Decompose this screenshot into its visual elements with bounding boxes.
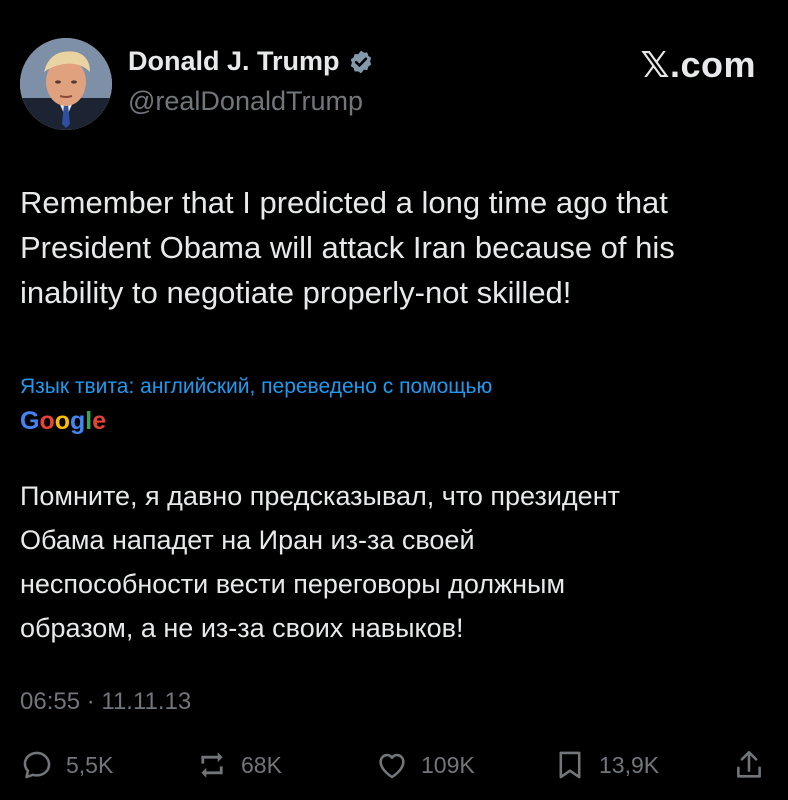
tweet-line: President Obama will attack Iran because… bbox=[20, 230, 675, 265]
reply-count: 5,5K bbox=[66, 751, 114, 778]
translated-line: неспособности вести переговоры должным bbox=[20, 569, 566, 599]
tweet-text: Remember that I predicted a long time ag… bbox=[20, 180, 776, 315]
bookmark-button[interactable]: 13,9K bbox=[553, 748, 659, 782]
reply-button[interactable]: 5,5K bbox=[20, 748, 113, 782]
google-logo: Google bbox=[20, 407, 107, 435]
avatar-portrait-image bbox=[20, 38, 112, 130]
repost-icon bbox=[201, 752, 223, 778]
avatar[interactable] bbox=[20, 38, 112, 130]
verified-badge-icon bbox=[348, 49, 374, 75]
like-count: 109K bbox=[421, 751, 475, 778]
translation-note-link[interactable]: Язык твита: английский, переведено с пом… bbox=[20, 375, 760, 399]
tweet-line: Remember that I predicted a long time ag… bbox=[20, 185, 668, 220]
translated-line: Помните, я давно предсказывал, что прези… bbox=[20, 481, 620, 511]
reply-icon bbox=[23, 751, 51, 779]
translated-text: Помните, я давно предсказывал, что прези… bbox=[20, 474, 760, 650]
share-button[interactable] bbox=[732, 748, 778, 782]
tweet-timestamp[interactable]: 06:55 · 11.11.13 bbox=[20, 688, 191, 716]
heart-icon bbox=[379, 753, 405, 779]
repost-button[interactable]: 68K bbox=[195, 748, 282, 782]
like-button[interactable]: 109K bbox=[375, 748, 475, 782]
author-name-row[interactable]: Donald J. Trump bbox=[128, 46, 374, 77]
translated-line: образом, а не из-за своих навыков! bbox=[20, 613, 464, 643]
tweet-line: inability to negotiate properly-not skil… bbox=[20, 275, 572, 310]
author-handle[interactable]: @realDonaldTrump bbox=[128, 86, 363, 117]
translated-line: Обама нападет на Иран из-за своей bbox=[20, 525, 475, 555]
x-brand-watermark: 𝕏.com bbox=[640, 44, 756, 85]
repost-count: 68K bbox=[241, 751, 282, 778]
bookmark-icon bbox=[559, 751, 581, 779]
share-icon bbox=[737, 750, 761, 778]
action-bar: 5,5K 68K 109K 13,9K bbox=[20, 748, 770, 788]
bookmark-count: 13,9K bbox=[599, 751, 660, 778]
author-display-name[interactable]: Donald J. Trump bbox=[128, 46, 340, 77]
